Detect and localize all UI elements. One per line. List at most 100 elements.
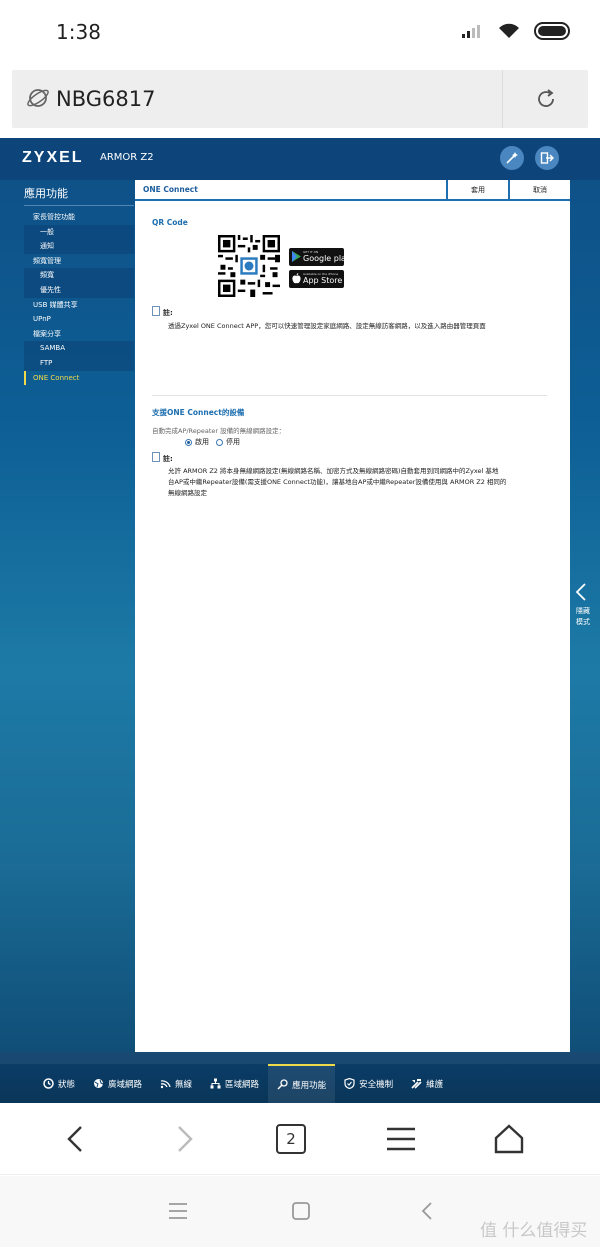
wifi-icon: [160, 1080, 171, 1089]
url-divider: [502, 70, 503, 128]
sidebar-item-file-sharing[interactable]: 檔案分享: [24, 327, 134, 342]
app-icon: [277, 1079, 288, 1090]
sidebar-item-usb-media-sharing[interactable]: USB 媒體共享: [24, 298, 134, 313]
note-icon: [152, 306, 160, 316]
disable-radio[interactable]: [216, 438, 223, 446]
disable-radio-label: 停用: [226, 438, 240, 446]
sidebar-title: 應用功能: [24, 187, 68, 200]
nav-applications[interactable]: 應用功能: [268, 1064, 336, 1103]
sidebar-item-bandwidth[interactable]: 頻寬: [24, 268, 134, 283]
supported-devices-title: 支援ONE Connect的設備: [152, 408, 245, 417]
sidebar-item-parental-control[interactable]: 家長管控功能: [24, 210, 134, 225]
home-icon[interactable]: [493, 1123, 525, 1155]
forward-icon[interactable]: [168, 1123, 200, 1155]
shield-icon: [344, 1078, 355, 1089]
logout-button[interactable]: [535, 146, 559, 170]
wizard-button[interactable]: [500, 146, 524, 170]
sidebar-item-samba[interactable]: SAMBA: [24, 341, 134, 356]
section-divider: [152, 395, 547, 396]
sidebar-item-bandwidth-management[interactable]: 頻寬管理: [24, 254, 134, 269]
sidebar-item-notification[interactable]: 通知: [24, 239, 134, 254]
brand-logo: ZYXEL: [22, 149, 84, 166]
hide-mode-line2: 模式: [576, 618, 590, 626]
nav-status-label: 狀態: [58, 1079, 76, 1090]
status-icon: [43, 1078, 54, 1089]
hide-mode-tab[interactable]: 隱藏 模式: [568, 578, 600, 658]
nav-wireless-label: 無線: [175, 1079, 193, 1090]
note-line: 台AP或中繼Repeater設備(需支援ONE Connect功能)，讓基地台A…: [168, 478, 507, 486]
menu-icon[interactable]: [385, 1123, 417, 1155]
nav-maintenance[interactable]: 維護: [402, 1064, 452, 1103]
navbar-shine: [0, 1052, 600, 1064]
apple-icon: [292, 273, 301, 284]
sidebar-item-upnp[interactable]: UPnP: [24, 312, 134, 327]
note-text-multiline: 允許 ARMOR Z2 將本身無線網路設定(無線網路名稱、加密方式及無線網路密碼…: [168, 466, 506, 499]
chevron-left-icon: [575, 583, 586, 601]
battery-icon: [534, 22, 570, 40]
nav-maintenance-label: 維護: [426, 1079, 444, 1090]
sidebar-divider: [24, 205, 134, 206]
auto-config-label: 自動完成AP/Repeater 設備的無線網路設定：: [152, 427, 286, 435]
browser-toolbar: NBG6817: [0, 64, 600, 138]
tabs-button[interactable]: 2: [276, 1124, 306, 1154]
enable-radio[interactable]: [185, 438, 192, 446]
sidebar-item-ftp[interactable]: FTP: [24, 355, 134, 371]
panel-header: ONE Connect 套用 取消: [135, 180, 570, 201]
signal-icon: [462, 25, 480, 38]
lan-icon: [210, 1078, 221, 1089]
reload-icon[interactable]: [534, 87, 558, 111]
status-bar: 1:38: [0, 0, 600, 64]
status-icons: [462, 22, 572, 40]
tools-icon: [411, 1079, 422, 1089]
google-play-icon: [292, 251, 301, 262]
note-label: 註:: [163, 455, 173, 463]
nav-lan[interactable]: 區域網路: [201, 1064, 268, 1103]
sidebar-item-general[interactable]: 一般: [24, 224, 134, 240]
recent-apps-icon[interactable]: [168, 1202, 188, 1220]
back-icon[interactable]: [60, 1123, 92, 1155]
system-home-icon[interactable]: [291, 1201, 311, 1221]
model-name: ARMOR Z2: [100, 152, 154, 163]
qr-code-icon: [218, 235, 280, 297]
cancel-button[interactable]: 取消: [508, 180, 570, 201]
note-label: 註:: [163, 309, 173, 317]
note-text: 透過Zyxel ONE Connect APP，您可以快速管理設定家庭網路、設定…: [168, 322, 486, 330]
app-store-button[interactable]: Available on the iPhone App Store: [289, 270, 344, 288]
nav-applications-label: 應用功能: [292, 1080, 327, 1091]
nav-security-label: 安全機制: [359, 1079, 394, 1090]
enable-radio-label: 啟用: [195, 438, 209, 446]
google-play-button[interactable]: GET IT ON Google play: [289, 248, 351, 266]
address-bar[interactable]: NBG6817: [12, 70, 588, 128]
google-play-label: Google play: [303, 254, 351, 263]
note-line: 無線網路設定: [168, 489, 207, 497]
content-panel: ONE Connect 套用 取消 QR Code GET IT ON Goog…: [135, 180, 570, 1052]
auto-config-radio-group: 啟用 停用: [185, 437, 240, 447]
nav-items: 狀態 廣域網路 無線 區域網路 應用功能 安全機制 維護: [0, 1064, 600, 1103]
system-nav-bar: 值 什么值得买: [0, 1176, 600, 1247]
url-text: NBG6817: [56, 87, 156, 111]
nav-status[interactable]: 狀態: [34, 1064, 84, 1103]
panel-title: ONE Connect: [143, 185, 198, 194]
nav-wireless[interactable]: 無線: [151, 1064, 201, 1103]
sidebar-item-priority[interactable]: 優先性: [24, 282, 134, 298]
router-bottom-nav: 狀態 廣域網路 無線 區域網路 應用功能 安全機制 維護: [0, 1052, 600, 1103]
apply-button[interactable]: 套用: [446, 180, 508, 201]
wifi-status-icon: [499, 23, 519, 38]
router-header: ZYXEL ARMOR Z2: [0, 138, 600, 180]
sidebar-item-one-connect[interactable]: ONE Connect: [24, 370, 134, 386]
watermark-logo: 值 什么值得买: [480, 1221, 588, 1241]
nav-wan[interactable]: 廣域網路: [84, 1064, 151, 1103]
router-page: ZYXEL ARMOR Z2 應用功能 家長管控功能 一般 通知 頻寬管理 頻寬…: [0, 138, 600, 1103]
note-icon: [152, 452, 160, 462]
planet-icon: [27, 89, 49, 107]
app-store-label: App Store: [303, 276, 343, 285]
system-back-icon[interactable]: [420, 1201, 434, 1221]
logout-icon: [540, 152, 554, 164]
status-time: 1:38: [56, 20, 101, 44]
sidebar-menu: 家長管控功能 一般 通知 頻寬管理 頻寬 優先性 USB 媒體共享 UPnP 檔…: [24, 210, 134, 386]
nav-lan-label: 區域網路: [225, 1079, 260, 1090]
hide-mode-label: 隱藏 模式: [573, 606, 593, 628]
nav-security[interactable]: 安全機制: [335, 1064, 402, 1103]
browser-nav-bar: 2: [0, 1103, 600, 1175]
hide-mode-line1: 隱藏: [576, 607, 590, 615]
